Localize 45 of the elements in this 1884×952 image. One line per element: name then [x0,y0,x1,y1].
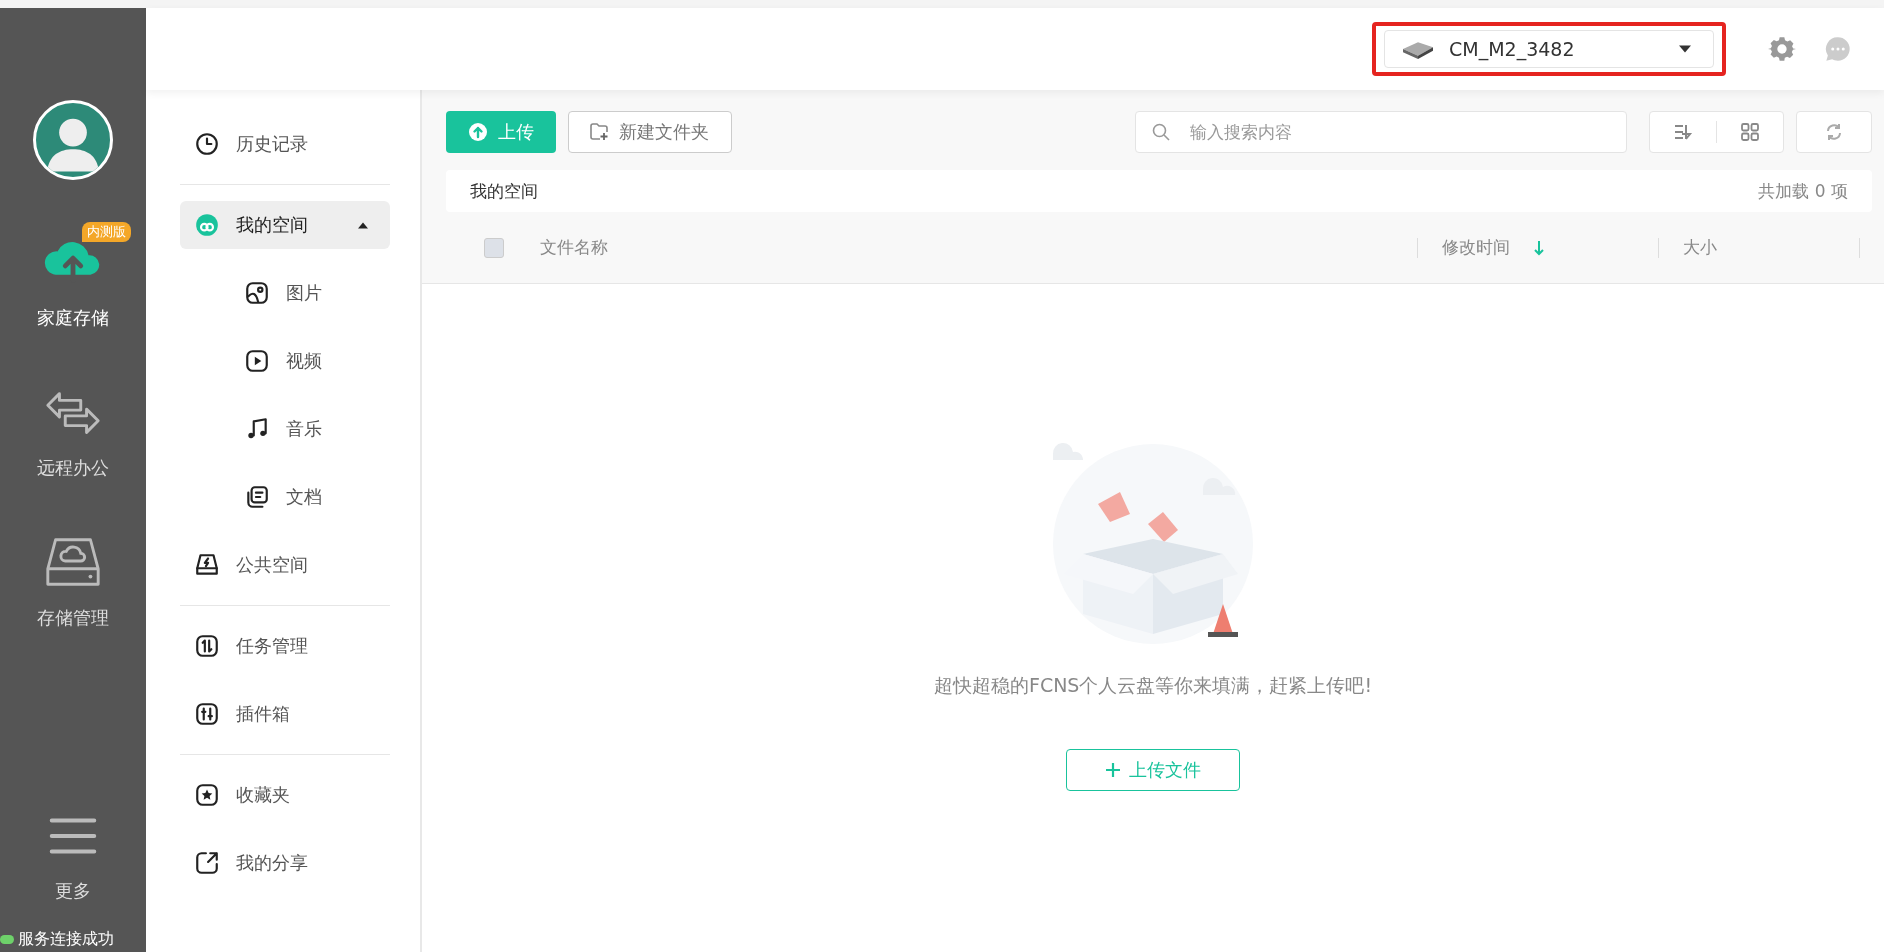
refresh-icon [1824,122,1844,142]
search-field[interactable]: 输入搜索内容 [1135,111,1627,153]
nav-item[interactable]: 公共空间 [180,541,390,589]
cloud-icon [194,212,220,238]
messages-button[interactable] [1824,35,1852,63]
device-dropdown[interactable]: CM_M2_3482 [1384,30,1714,68]
nav-item[interactable]: 我的分享 [180,839,390,887]
documents-icon [244,484,270,510]
beta-badge: 内测版 [82,222,131,242]
rail-tab[interactable]: 远程办公 [13,382,133,480]
nav-item[interactable]: 文档 [180,473,390,521]
share-icon [194,850,220,876]
search-icon [1151,122,1171,142]
nav-item[interactable]: 收藏夹 [180,771,390,819]
select-all-checkbox[interactable] [484,237,504,258]
new-folder-button[interactable]: 新建文件夹 [568,111,732,153]
folder-plus-icon [589,122,609,142]
caret-down-icon [1679,45,1691,53]
nav-item[interactable]: 图片 [180,269,390,317]
nav-item[interactable]: 音乐 [180,405,390,453]
settings-button[interactable] [1768,35,1796,63]
grid-icon [1740,122,1760,142]
nav-item[interactable]: 插件箱 [180,690,390,738]
play-icon [244,348,270,374]
item-count: 共加载 0 项 [1758,179,1848,203]
breadcrumb-path[interactable]: 我的空间 [470,179,538,203]
nav-item[interactable]: 任务管理 [180,622,390,670]
nav-item[interactable]: 我的空间 [180,201,390,249]
refresh-button[interactable] [1796,111,1872,153]
empty-message: 超快超稳的FCNS个人云盘等你来填满，赶紧上传吧! [933,673,1373,698]
image-icon [244,280,270,306]
nav-item[interactable]: 历史记录 [180,120,390,168]
sort-list-icon [1673,122,1693,142]
nav-item[interactable]: 视频 [180,337,390,385]
rail-tab[interactable]: 存储管理 [13,532,133,630]
chat-bubble-icon [1824,35,1852,63]
transfer-icon [194,633,220,659]
clock-icon [194,131,220,157]
status-text: 服务连接成功 [18,929,114,950]
rail-tab[interactable]: 更多 [13,805,133,903]
plus-icon [1105,762,1121,778]
hard-drive-icon [1401,39,1435,59]
drive-icon [194,552,220,578]
sliders-icon [194,701,220,727]
gear-icon [1768,35,1796,63]
